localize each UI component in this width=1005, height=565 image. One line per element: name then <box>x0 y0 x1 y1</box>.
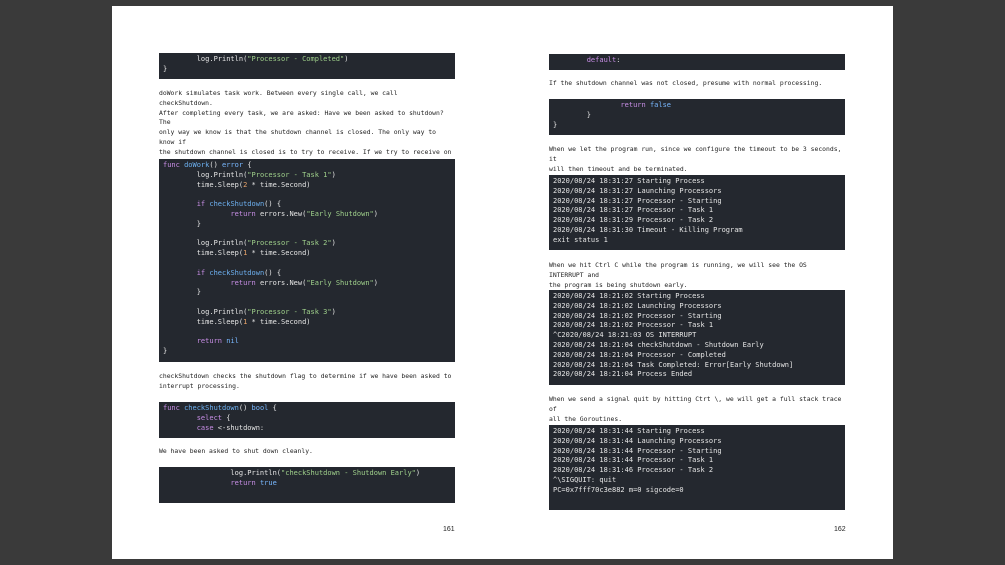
console-line: 2020/08/24 18:31:29 Processor - Task 2 <box>553 216 714 225</box>
code-line: func checkShutdown() bool { <box>163 404 277 412</box>
code-line: } <box>163 347 168 356</box>
code-line: return errors.New("Early Shutdown") <box>230 209 378 218</box>
code-line: } <box>163 64 168 73</box>
console-line: 2020/08/24 18:31:46 Processor - Task 2 <box>553 466 714 475</box>
text-line: only way we know is that the shutdown ch… <box>159 128 437 146</box>
console-line: 2020/08/24 18:21:04 Process Ended <box>553 370 693 379</box>
code-line: if checkShutdown() { <box>196 200 282 209</box>
code-line: time.Sleep(1 * time.Second) <box>163 249 311 258</box>
console-line: ^\SIGQUIT: quit <box>553 475 617 484</box>
code-line: } <box>553 110 591 119</box>
book-spread: log.Println("Processor - Completed")} do… <box>112 6 893 559</box>
console-line: 2020/08/24 18:31:27 Starting Process <box>553 177 705 185</box>
console-line: 2020/08/24 18:31:30 Timeout - Killing Pr… <box>553 225 743 234</box>
text-line: If the shutdown channel was not closed, … <box>549 79 823 87</box>
code-line: time.Sleep(2 * time.Second) <box>163 180 311 189</box>
text-line: When we send a signal quit by hitting Ct… <box>549 395 842 413</box>
code-block: log.Println("Processor - Completed")} <box>159 53 455 79</box>
console-line: 2020/08/24 18:31:44 Launching Processors <box>553 436 722 445</box>
console-line: 2020/08/24 18:31:27 Processor - Task 1 <box>553 206 714 215</box>
text-line: When we hit Ctrl C while the program is … <box>549 261 807 279</box>
text-line: When we let the program run, since we co… <box>549 145 842 163</box>
code-line: } <box>553 120 558 129</box>
console-line: 2020/08/24 18:21:04 checkShutdown - Shut… <box>553 340 764 349</box>
code-line: log.Println("checkShutdown - Shutdown Ea… <box>163 469 421 477</box>
text-line: We have been asked to shut down cleanly. <box>159 447 313 455</box>
text-line: doWork simulates task work. Between ever… <box>159 89 398 107</box>
paragraph: When we hit Ctrl C while the program is … <box>549 261 845 290</box>
code-line: func doWork() error { <box>163 161 252 169</box>
text-line: all the Goroutines. <box>549 414 623 423</box>
code-line: } <box>163 219 201 228</box>
code-block: default: <box>549 54 845 70</box>
text-line: checkShutdown checks the shutdown flag t… <box>159 372 452 380</box>
console-line: 2020/08/24 18:21:02 Starting Process <box>553 292 705 300</box>
code-line: case <-shutdown: <box>196 423 265 432</box>
console-line: 2020/08/24 18:21:02 Launching Processors <box>553 301 722 310</box>
console-line: 2020/08/24 18:31:44 Starting Process <box>553 427 705 435</box>
code-line: time.Sleep(1 * time.Second) <box>163 317 311 326</box>
console-line: 2020/08/24 18:21:02 Processor - Task 1 <box>553 321 714 330</box>
console-line: 2020/08/24 18:31:44 Processor - Starting <box>553 446 722 455</box>
paragraph: When we let the program run, since we co… <box>549 145 845 174</box>
console-line: exit status 1 <box>553 235 608 244</box>
console-line: 2020/08/24 18:31:27 Processor - Starting <box>553 196 722 205</box>
console-line: 2020/08/24 18:21:04 Task Completed: Erro… <box>553 360 794 369</box>
code-block: log.Println("checkShutdown - Shutdown Ea… <box>159 467 455 503</box>
console-line: ^C2020/08/24 18:21:03 OS INTERRUPT <box>553 331 697 340</box>
console-output: 2020/08/24 18:21:02 Starting Process 2020… <box>549 290 845 385</box>
paragraph: When we send a signal quit by hitting Ct… <box>549 395 845 424</box>
code-line: return true <box>230 478 277 487</box>
code-line: return false <box>620 101 672 109</box>
code-line: log.Println("Processor - Completed") <box>163 55 349 63</box>
console-output: 2020/08/24 18:31:27 Starting Process 2020… <box>549 175 845 250</box>
code-line: default: <box>586 56 621 64</box>
text-line: will then timeout and be terminated. <box>549 164 688 173</box>
paragraph: checkShutdown checks the shutdown flag t… <box>159 372 455 392</box>
page-number: 162 <box>834 526 846 533</box>
code-line: log.Println("Processor - Task 1") <box>163 170 336 179</box>
code-block: func doWork() error { log.Println("Proce… <box>159 159 455 362</box>
code-block: func checkShutdown() bool { select { cas… <box>159 402 455 438</box>
code-line: return errors.New("Early Shutdown") <box>230 278 378 287</box>
console-line: 2020/08/24 18:31:44 Processor - Task 1 <box>553 456 714 465</box>
text-line: interrupt processing. <box>159 381 240 390</box>
code-line: return nil <box>196 337 239 346</box>
code-line: } <box>163 288 201 297</box>
console-line: 2020/08/24 18:21:04 Processor - Complete… <box>553 350 726 359</box>
page-number: 161 <box>443 526 455 533</box>
console-line: PC=0x7fff70c3e882 m=0 sigcode=0 <box>553 485 684 494</box>
paragraph: If the shutdown channel was not closed, … <box>549 79 845 89</box>
console-line: 2020/08/24 18:31:27 Launching Processors <box>553 186 722 195</box>
code-line: log.Println("Processor - Task 3") <box>163 307 336 316</box>
code-line: log.Println("Processor - Task 2") <box>163 239 336 248</box>
code-block: return false }} <box>549 99 845 135</box>
text-line: the program is being shutdown early. <box>549 280 688 289</box>
code-line: if checkShutdown() { <box>196 268 282 277</box>
text-line: After completing every task, we are aske… <box>159 108 444 127</box>
console-line: 2020/08/24 18:21:02 Processor - Starting <box>553 311 722 320</box>
console-output: 2020/08/24 18:31:44 Starting Process 2020… <box>549 425 845 510</box>
code-line: select { <box>196 413 231 422</box>
paragraph: We have been asked to shut down cleanly. <box>159 447 455 457</box>
